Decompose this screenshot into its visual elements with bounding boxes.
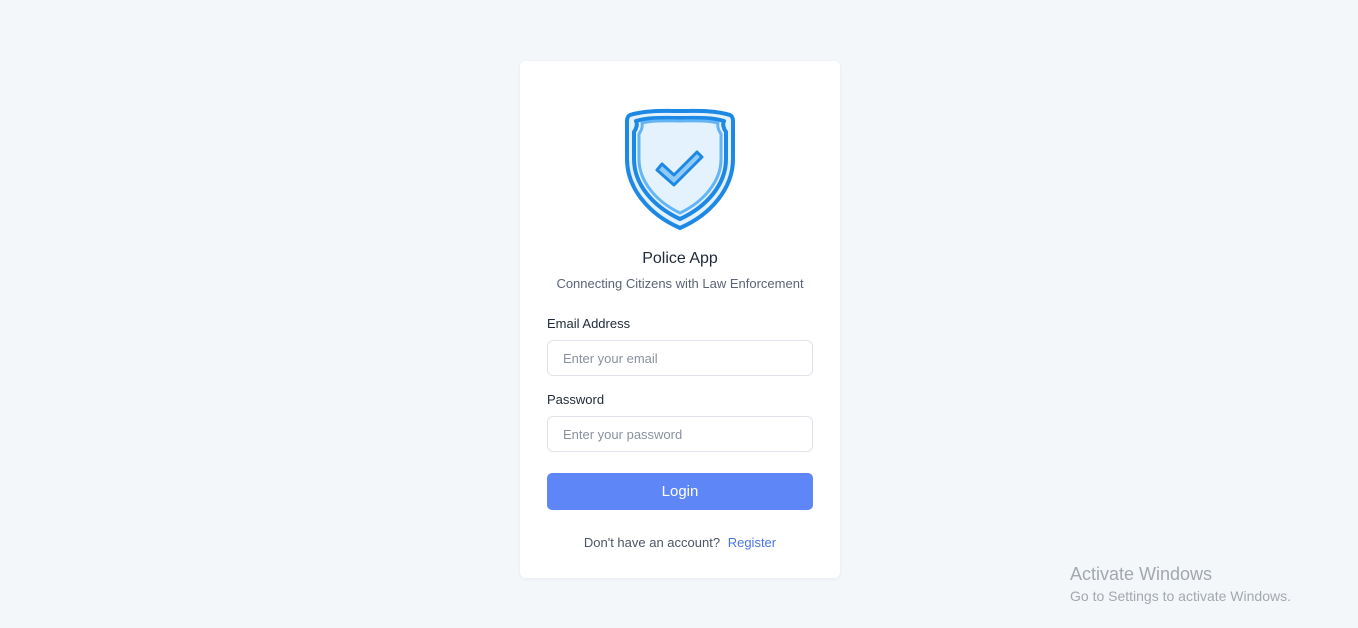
watermark-title: Activate Windows	[1070, 564, 1213, 584]
login-button[interactable]: Login	[547, 473, 813, 510]
register-row: Don't have an account? Register	[520, 535, 840, 550]
email-field[interactable]	[547, 340, 813, 376]
password-label: Password	[547, 392, 605, 407]
windows-activation-watermark: Activate Windows Go to Settings to activ…	[1070, 563, 1291, 606]
register-link[interactable]: Register	[728, 535, 776, 550]
app-title: Police App	[642, 250, 718, 267]
shield-check-icon	[625, 108, 735, 230]
watermark-subtitle: Go to Settings to activate Windows.	[1070, 588, 1291, 604]
register-prompt: Don't have an account?	[583, 535, 721, 550]
app-subtitle: Connecting Citizens with Law Enforcement	[556, 276, 804, 291]
email-label: Email Address	[547, 316, 631, 331]
login-card: Police App Connecting Citizens with Law …	[520, 61, 840, 578]
password-field[interactable]	[547, 416, 813, 452]
